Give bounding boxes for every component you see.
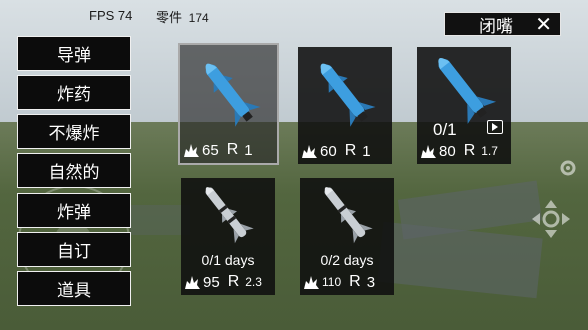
range-label: R bbox=[226, 141, 239, 158]
close-icon: ✕ bbox=[535, 12, 552, 36]
item-power: 110 bbox=[322, 275, 342, 289]
grey-cruise-missile-icon bbox=[205, 187, 254, 244]
range-label: R bbox=[344, 142, 357, 159]
item-card-cruise-missile-1[interactable]: 0/1 days 95 R 2.3 bbox=[181, 178, 275, 295]
item-stats: 80 R 1.7 bbox=[417, 140, 511, 162]
item-card-cruise-missile-2[interactable]: 0/2 days 110 R 3 bbox=[300, 178, 394, 295]
category-label: 自然的 bbox=[48, 163, 100, 183]
fps-label: FPS bbox=[89, 8, 115, 23]
explosion-power-icon bbox=[304, 275, 319, 289]
item-card-missile-3[interactable]: 0/1 80 R 1.7 bbox=[417, 47, 511, 164]
item-range: 3 bbox=[366, 273, 376, 291]
item-power: 60 bbox=[320, 142, 337, 160]
item-range: 1 bbox=[362, 142, 371, 160]
item-card-missile-2[interactable]: 60 R 1 bbox=[298, 47, 392, 164]
category-natural-button[interactable]: 自然的 bbox=[17, 153, 131, 188]
parts-label: 零件 bbox=[156, 11, 183, 26]
blue-missile-icon bbox=[320, 63, 376, 127]
move-arrows-icon[interactable] bbox=[530, 198, 572, 240]
category-non-explosive-button[interactable]: 不爆炸 bbox=[17, 114, 131, 149]
parts-counter: 零件 174 bbox=[156, 7, 209, 26]
item-range: 2.3 bbox=[245, 275, 262, 289]
item-days-counter: 0/2 days bbox=[320, 252, 374, 268]
item-range: 1 bbox=[244, 141, 253, 159]
range-label: R bbox=[463, 142, 476, 159]
parts-value: 174 bbox=[188, 11, 209, 25]
category-custom-button[interactable]: 自订 bbox=[17, 232, 131, 267]
fps-value: 74 bbox=[117, 8, 133, 23]
blue-missile-icon bbox=[205, 63, 261, 127]
item-power: 65 bbox=[202, 141, 219, 159]
item-stats: 60 R 1 bbox=[298, 140, 392, 162]
item-card-missile-1[interactable]: 65 R 1 bbox=[178, 43, 279, 165]
explosion-power-icon bbox=[302, 144, 317, 158]
close-menu-button[interactable]: 闭嘴 ✕ bbox=[444, 12, 561, 37]
range-label: R bbox=[349, 273, 361, 290]
category-props-button[interactable]: 道具 bbox=[17, 271, 131, 306]
explosion-power-icon bbox=[184, 143, 199, 157]
item-unlock-count: 0/1 bbox=[433, 120, 457, 139]
item-stats: 65 R 1 bbox=[180, 139, 277, 161]
fps-counter: FPS 74 bbox=[89, 8, 132, 23]
grey-cruise-missile-icon bbox=[324, 187, 373, 244]
item-power: 95 bbox=[203, 273, 220, 291]
blue-missile-icon bbox=[438, 57, 497, 124]
item-days-counter: 0/1 days bbox=[201, 252, 255, 268]
close-menu-label: 闭嘴 bbox=[479, 16, 513, 37]
item-stats: 95 R 2.3 bbox=[181, 271, 275, 293]
item-range: 1.7 bbox=[481, 144, 498, 158]
video-ad-icon[interactable] bbox=[487, 120, 503, 134]
category-label: 不爆炸 bbox=[48, 124, 100, 144]
category-label: 导弹 bbox=[57, 46, 91, 66]
explosion-power-icon bbox=[185, 275, 200, 289]
category-label: 炸弹 bbox=[57, 203, 91, 223]
category-label: 自订 bbox=[57, 242, 91, 262]
category-missile-button[interactable]: 导弹 bbox=[17, 36, 131, 71]
category-label: 道具 bbox=[57, 281, 91, 301]
item-power: 80 bbox=[439, 142, 456, 160]
category-bomb-button[interactable]: 炸弹 bbox=[17, 193, 131, 228]
gear-icon[interactable] bbox=[558, 158, 578, 178]
range-label: R bbox=[227, 273, 240, 290]
item-stats: 110 R 3 bbox=[300, 271, 394, 293]
category-explosives-button[interactable]: 炸药 bbox=[17, 75, 131, 110]
category-label: 炸药 bbox=[57, 85, 91, 105]
explosion-power-icon bbox=[421, 144, 436, 158]
